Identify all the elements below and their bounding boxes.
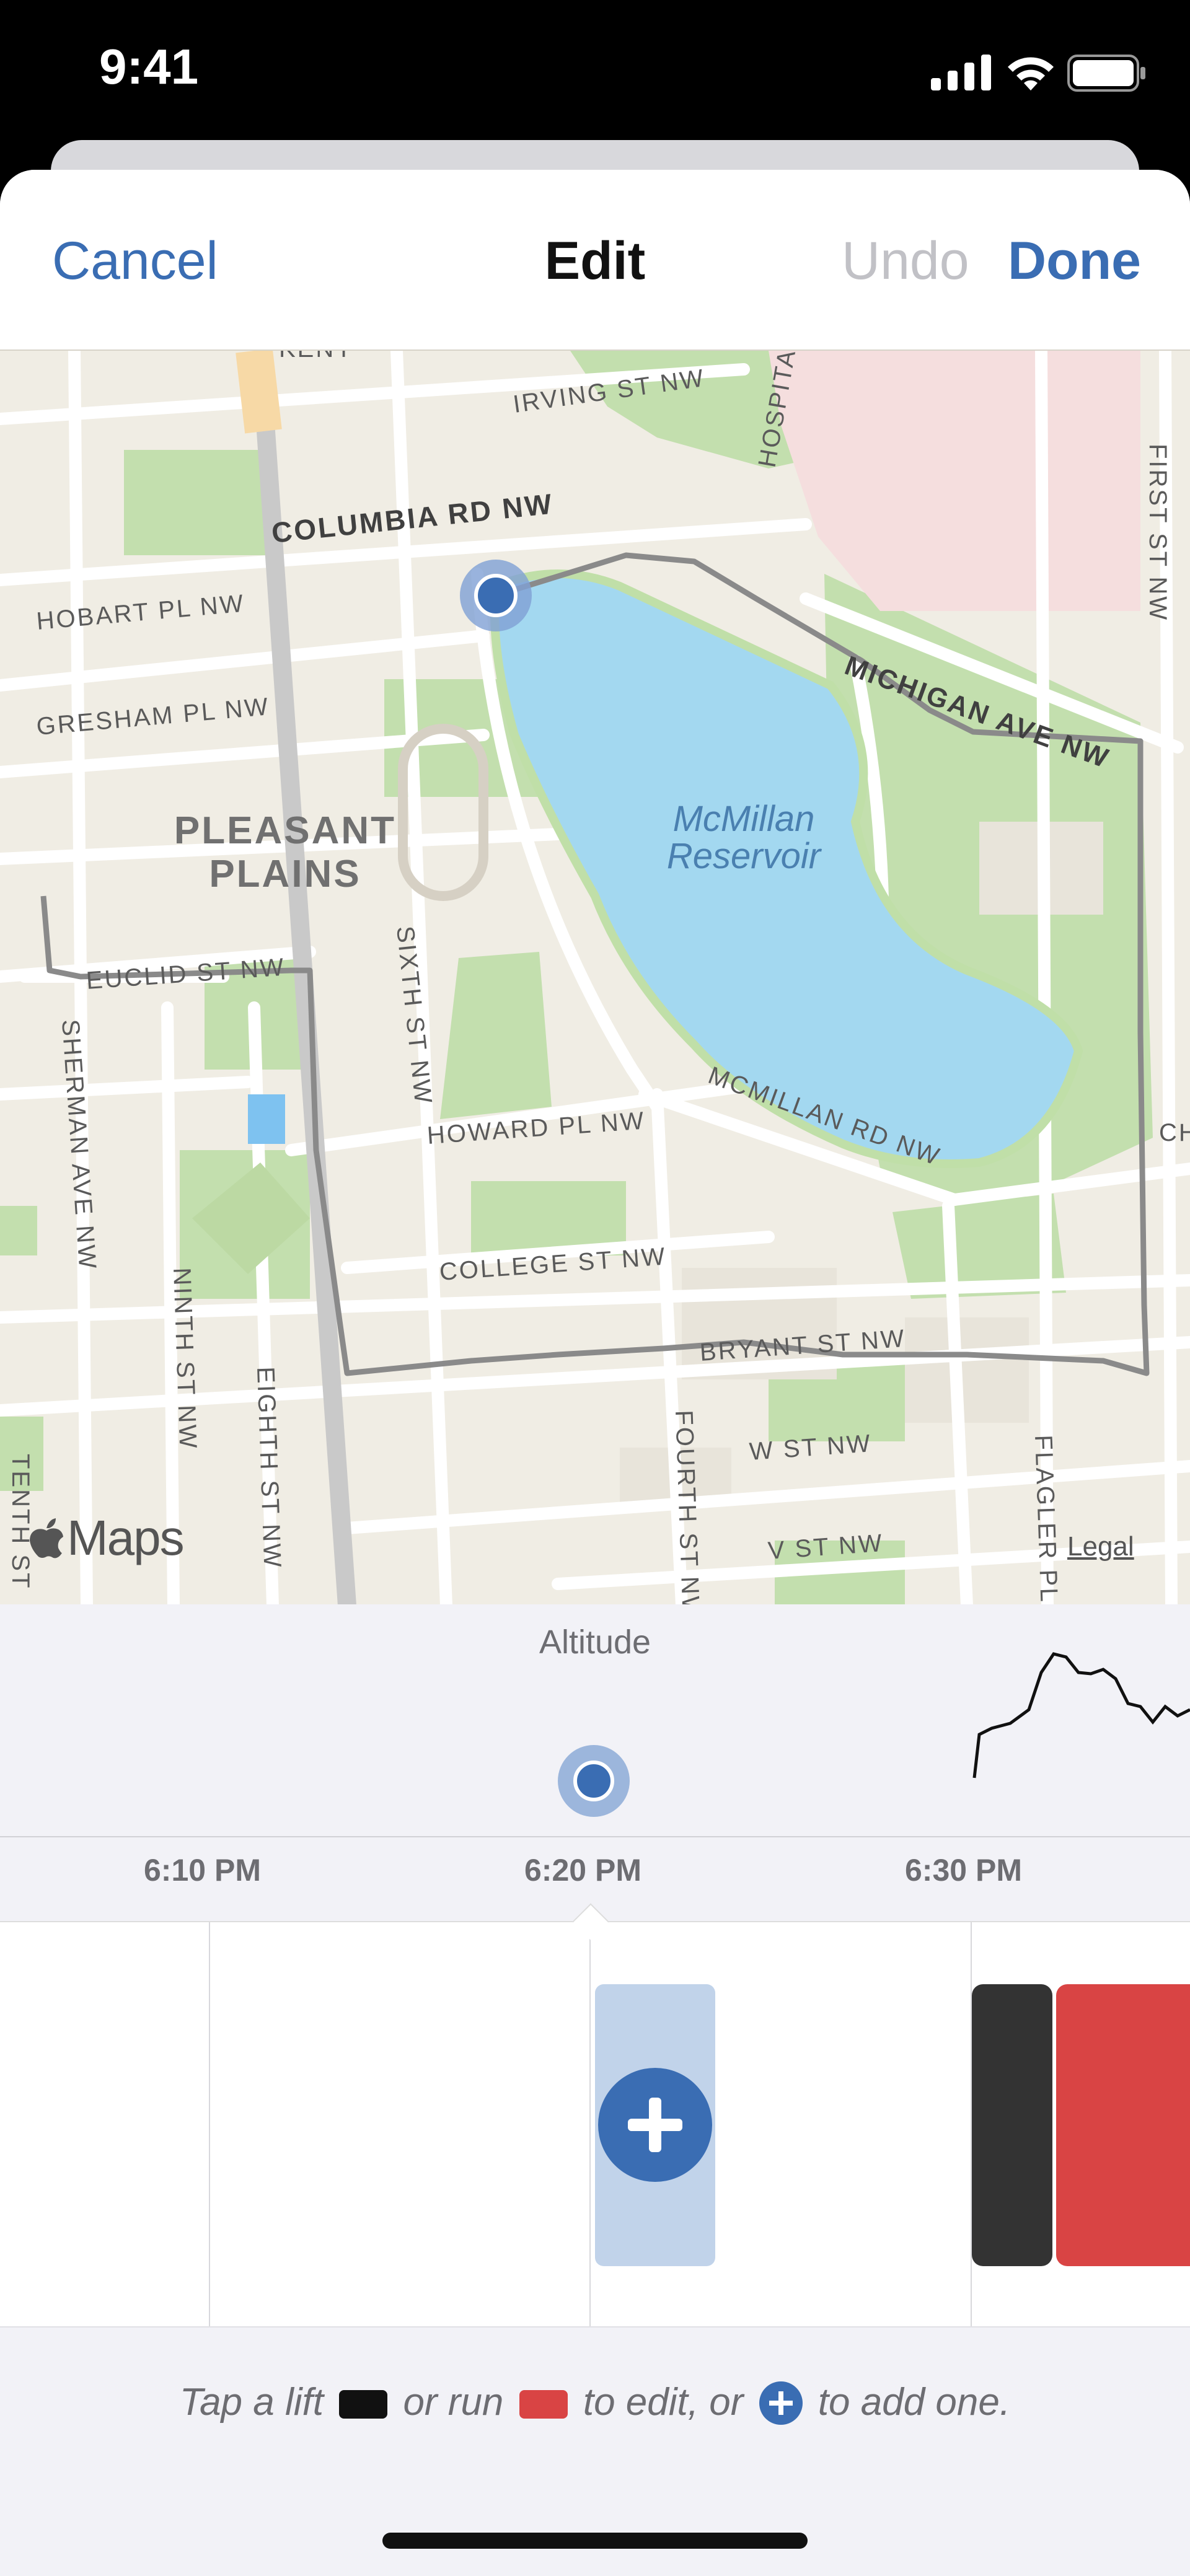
footer-hint: Tap a lift or run to edit, or to add one… xyxy=(0,2380,1190,2425)
hospital-area xyxy=(769,351,1140,611)
hint-text: Tap a lift xyxy=(179,2381,324,2424)
add-swatch-icon xyxy=(759,2381,803,2425)
cellular-signal-icon xyxy=(931,55,991,90)
hint-text: or run xyxy=(403,2381,504,2424)
route-position-marker[interactable] xyxy=(460,560,532,631)
street-label-sixth: SIXTH ST NW xyxy=(391,925,437,1106)
cancel-button[interactable]: Cancel xyxy=(52,231,218,292)
run-swatch xyxy=(519,2390,568,2419)
status-bar: 9:41 xyxy=(0,0,1190,149)
reservoir-label-line1: McMillan xyxy=(673,799,815,839)
timeline-editor[interactable] xyxy=(0,1903,1190,2328)
street-label-hobart: HOBART PL NW xyxy=(35,590,246,635)
axis-tick-label: 6:10 PM xyxy=(144,1853,261,1888)
reservoir-label-line2: Reservoir xyxy=(667,836,822,876)
street-label-w-st: W ST NW xyxy=(749,1430,873,1466)
route-map[interactable]: KENY IRVING ST NW HOSPITAL COLUMBIA RD N… xyxy=(0,349,1190,1606)
axis-tick-label: 6:20 PM xyxy=(524,1853,641,1888)
street-label-first: FIRST ST NW xyxy=(1144,444,1171,622)
apple-logo-icon xyxy=(30,1518,63,1558)
undo-button[interactable]: Undo xyxy=(842,231,969,292)
major-road xyxy=(236,351,282,434)
altitude-line xyxy=(972,1652,1190,1778)
time-gridline xyxy=(589,1922,591,2328)
neighborhood-label-line1: PLEASANT xyxy=(174,809,396,852)
add-segment-button[interactable] xyxy=(598,2068,712,2182)
lift-swatch xyxy=(339,2390,388,2419)
hint-text: to add one. xyxy=(818,2381,1011,2424)
hint-text: to edit, or xyxy=(583,2381,744,2424)
edit-sheet: Edit Cancel Undo Done IRVING ST NW HOSPI… xyxy=(0,170,1190,2576)
street-label-kenyon: KENY xyxy=(279,351,354,363)
street-label-sherman: SHERMAN AVE NW xyxy=(56,1019,101,1272)
playhead-marker[interactable] xyxy=(558,1745,630,1817)
time-gridline xyxy=(209,1922,210,2328)
neighborhood-label-line2: PLAINS xyxy=(209,853,361,895)
new-segment-placeholder[interactable] xyxy=(595,1984,715,2266)
done-button[interactable]: Done xyxy=(1008,231,1141,292)
maps-brand-text: Maps xyxy=(67,1510,185,1565)
street-label-ch: CH xyxy=(1159,1119,1190,1146)
navigation-bar: Edit Cancel Undo Done xyxy=(0,170,1190,349)
legal-link[interactable]: Legal xyxy=(1067,1531,1134,1562)
altitude-chart[interactable]: Altitude 6:10 PM 6:20 PM 6:30 PM xyxy=(0,1604,1190,1920)
wifi-icon xyxy=(1008,57,1054,90)
street-label-flagler: FLAGLER PL xyxy=(1029,1435,1062,1604)
axis-tick-label: 6:30 PM xyxy=(905,1853,1022,1888)
street-label-gresham: GRESHAM PL NW xyxy=(35,693,271,741)
pool xyxy=(248,1094,285,1144)
run-segment[interactable] xyxy=(1056,1984,1190,2266)
status-time: 9:41 xyxy=(99,39,199,94)
plus-icon xyxy=(628,2098,682,2152)
home-indicator[interactable] xyxy=(382,2533,808,2549)
battery-icon xyxy=(1067,55,1145,92)
maps-attribution: Maps xyxy=(29,1510,185,1567)
lift-segment[interactable] xyxy=(972,1984,1052,2266)
